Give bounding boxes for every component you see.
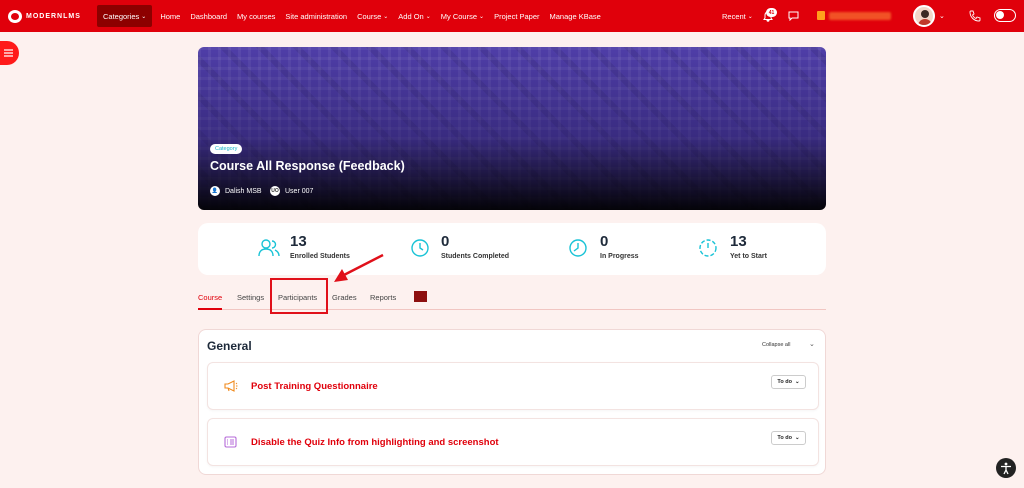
category-chip[interactable]: Category <box>210 144 243 154</box>
nav-label: Dashboard <box>190 11 228 21</box>
highlight-box <box>270 278 328 314</box>
nav-item-add-on[interactable]: Add On ⌄ <box>393 5 435 27</box>
teacher-name: User 007 <box>285 187 314 195</box>
stat-label: Students Completed <box>441 253 510 260</box>
teacher-item[interactable]: UO User 007 <box>270 186 313 196</box>
section-title: General <box>207 339 252 353</box>
nav-label: My courses <box>237 11 276 21</box>
stat-value: 13 <box>730 233 747 250</box>
nav-item-site-administration[interactable]: Site administration <box>280 5 352 27</box>
nav-item-my-courses[interactable]: My courses <box>232 5 280 27</box>
course-hero-banner: Category Course All Response (Feedback) … <box>198 47 826 210</box>
timer-icon <box>699 239 717 257</box>
active-tab-indicator <box>198 308 222 310</box>
recent-label: Recent <box>722 11 746 21</box>
accessibility-icon <box>1001 462 1011 474</box>
user-avatar[interactable] <box>913 5 935 27</box>
nav-item-my-course[interactable]: My Course ⌄ <box>436 5 489 27</box>
book-icon <box>817 11 825 20</box>
chevron-down-icon: ⌄ <box>479 13 485 20</box>
stat-value: 0 <box>441 233 450 250</box>
chevron-down-icon: ⌄ <box>383 13 389 20</box>
stat-label: Yet to Start <box>730 253 767 260</box>
nav-label: Categories <box>103 11 140 21</box>
nav-label: Project Paper <box>494 11 540 21</box>
user-name-blurred[interactable] <box>817 11 891 20</box>
tab-course[interactable]: Course <box>198 293 222 302</box>
nav-item-project-paper[interactable]: Project Paper <box>489 5 544 27</box>
users-icon <box>258 239 280 257</box>
redacted-text <box>829 11 891 20</box>
nav-item-home[interactable]: Home <box>155 5 185 27</box>
todo-label: To do <box>777 379 792 385</box>
stat-label: In Progress <box>600 253 639 260</box>
progress-clock-icon <box>569 239 587 257</box>
menu-icon <box>4 49 13 57</box>
notification-count-badge: 41 <box>766 8 777 17</box>
clock-icon <box>411 239 429 257</box>
brand-logo[interactable]: MODERNLMS <box>8 10 81 23</box>
stat-value: 13 <box>290 233 307 250</box>
tab-settings[interactable]: Settings <box>237 293 264 302</box>
accessibility-button[interactable] <box>996 458 1016 478</box>
activity-name[interactable]: Disable the Quiz Info from highlighting … <box>251 437 499 448</box>
nav-label: Add On <box>398 11 424 21</box>
nav-label: My Course <box>440 11 478 21</box>
course-stats-card: 13 Enrolled Students 0 Students Completed … <box>198 223 826 275</box>
activity-item[interactable]: Disable the Quiz Info from highlighting … <box>207 418 819 466</box>
main-nav: Categories ⌄ Home Dashboard My courses Si… <box>97 5 606 27</box>
phone-icon[interactable] <box>969 10 981 22</box>
logo-mark-icon <box>8 10 22 23</box>
section-general: General Collapse all ⌄ Post Training Que… <box>198 329 826 475</box>
todo-dropdown[interactable]: To do ⌄ <box>771 431 806 445</box>
chevron-down-icon[interactable]: ⌄ <box>939 12 945 20</box>
nav-label: Home <box>160 11 181 21</box>
teacher-name: Dalish MSB <box>225 187 262 195</box>
course-color-swatch[interactable] <box>414 291 427 302</box>
megaphone-icon <box>224 380 238 392</box>
nav-item-dashboard[interactable]: Dashboard <box>185 5 232 27</box>
activity-name[interactable]: Post Training Questionnaire <box>251 381 378 392</box>
chevron-down-icon[interactable]: ⌄ <box>809 340 815 348</box>
nav-item-manage-kbase[interactable]: Manage KBase <box>545 5 606 27</box>
stat-completed: 0 Students Completed <box>410 233 509 260</box>
top-navbar: MODERNLMS Categories ⌄ Home Dashboard My … <box>0 0 1024 32</box>
teacher-item[interactable]: 👤 Dalish MSB <box>210 186 262 196</box>
quiz-icon <box>224 436 237 448</box>
nav-label: Site administration <box>285 11 348 21</box>
arrow-icon <box>334 253 384 282</box>
chevron-down-icon: ⌄ <box>794 379 800 385</box>
person-icon: 👤 <box>210 186 220 196</box>
collapse-all-link[interactable]: Collapse all <box>762 342 790 348</box>
drawer-toggle-button[interactable] <box>0 41 19 65</box>
brand-name: MODERNLMS <box>26 13 81 20</box>
tab-reports[interactable]: Reports <box>370 293 396 302</box>
nav-label: Course <box>357 11 382 21</box>
theme-toggle[interactable] <box>994 9 1016 22</box>
nav-label: Manage KBase <box>549 11 601 21</box>
chevron-down-icon: ⌄ <box>141 13 147 20</box>
chevron-down-icon: ⌄ <box>747 13 753 20</box>
messages-button[interactable] <box>788 0 799 32</box>
chevron-down-icon: ⌄ <box>425 13 431 20</box>
activity-item[interactable]: Post Training Questionnaire To do ⌄ <box>207 362 819 410</box>
user-initials-avatar: UO <box>270 186 280 196</box>
nav-item-categories[interactable]: Categories ⌄ <box>97 5 153 27</box>
tab-grades[interactable]: Grades <box>332 293 357 302</box>
chevron-down-icon: ⌄ <box>794 435 800 441</box>
stat-yet-to-start: 13 Yet to Start <box>698 233 767 260</box>
chat-icon <box>788 11 799 21</box>
stat-value: 0 <box>600 233 609 250</box>
todo-label: To do <box>777 435 792 441</box>
recent-menu[interactable]: Recent ⌄ <box>722 0 753 32</box>
todo-dropdown[interactable]: To do ⌄ <box>771 375 806 389</box>
course-title: Course All Response (Feedback) <box>210 159 405 173</box>
nav-item-course[interactable]: Course ⌄ <box>352 5 393 27</box>
stat-in-progress: 0 In Progress <box>568 233 639 260</box>
